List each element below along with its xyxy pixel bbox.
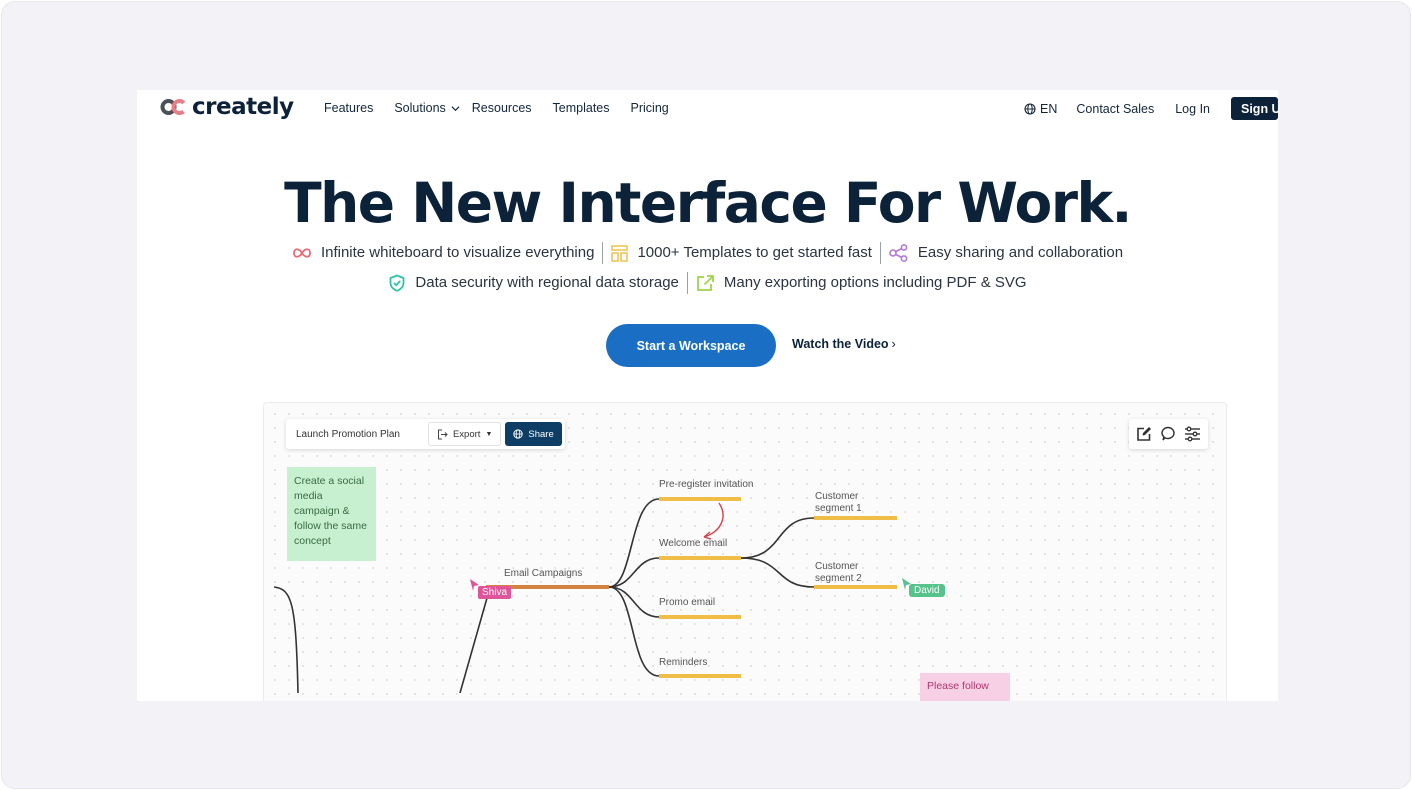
comment-button[interactable] bbox=[1160, 426, 1176, 442]
feature-text: Infinite whiteboard to visualize everyth… bbox=[320, 244, 595, 262]
collaborator-tag-david: David bbox=[909, 584, 945, 597]
sticky-note-green[interactable]: Create a social media campaign & follow … bbox=[287, 467, 376, 561]
nav-solutions[interactable]: Solutions bbox=[394, 101, 460, 115]
export-icon bbox=[697, 275, 714, 291]
sub-branch-label[interactable]: Customer segment 1 bbox=[815, 491, 875, 515]
nav-resources[interactable]: Resources bbox=[472, 101, 532, 115]
watch-video-label: Watch the Video bbox=[792, 337, 889, 351]
feature-text: 1000+ Templates to get started fast bbox=[637, 244, 872, 262]
connector bbox=[740, 517, 815, 559]
nav-solutions-label: Solutions bbox=[394, 101, 446, 115]
connector bbox=[608, 586, 660, 677]
export-label: Export bbox=[452, 428, 481, 440]
language-label: EN bbox=[1040, 101, 1058, 116]
connector bbox=[273, 586, 299, 694]
feature-text: Data security with regional data storage bbox=[415, 274, 679, 292]
creately-logo[interactable]: creately bbox=[160, 94, 294, 120]
features-row-1: Infinite whiteboard to visualize everyth… bbox=[137, 238, 1278, 268]
divider bbox=[686, 272, 688, 295]
connector bbox=[740, 557, 815, 588]
logo-wordmark: creately bbox=[192, 94, 294, 120]
canvas-tools bbox=[1129, 419, 1208, 449]
creately-homepage: creately Features Solutions Resources Te… bbox=[137, 90, 1278, 701]
export-icon bbox=[437, 429, 448, 439]
comment-icon bbox=[1161, 426, 1175, 441]
edit-icon bbox=[1137, 427, 1151, 441]
annotation-arrow bbox=[703, 502, 724, 538]
globe-icon bbox=[1024, 102, 1036, 115]
share-button[interactable]: Share bbox=[505, 422, 562, 446]
nav-links: Features Solutions Resources Templates P… bbox=[324, 101, 690, 115]
chevron-right-icon: › bbox=[891, 337, 896, 351]
feature-text: Easy sharing and collaboration bbox=[917, 244, 1124, 262]
hero-title: The New Interface For Work. bbox=[284, 171, 1132, 235]
nav-actions: EN Contact Sales Log In Sign Up bbox=[1024, 97, 1278, 120]
nav-features-label: Features bbox=[324, 101, 374, 115]
root-node-label[interactable]: Email Campaigns bbox=[504, 568, 582, 580]
edit-button[interactable] bbox=[1136, 426, 1152, 442]
share-icon bbox=[889, 244, 908, 262]
globe-icon bbox=[513, 429, 524, 439]
sliders-icon bbox=[1185, 426, 1200, 442]
nav-pricing-label: Pricing bbox=[630, 101, 669, 115]
template-icon bbox=[611, 244, 629, 262]
features-row-2: Data security with regional data storage… bbox=[137, 268, 1278, 298]
document-title[interactable]: Launch Promotion Plan bbox=[296, 429, 400, 440]
infinity-icon bbox=[293, 248, 311, 258]
share-label: Share bbox=[528, 428, 554, 440]
connector bbox=[459, 597, 488, 694]
branch-label[interactable]: Reminders bbox=[659, 657, 707, 669]
feature-text: Many exporting options including PDF & S… bbox=[723, 274, 1027, 292]
caret-down-icon: ▼ bbox=[485, 430, 493, 438]
logo-mark-icon bbox=[160, 99, 188, 115]
shield-check-icon bbox=[390, 274, 405, 292]
nav-resources-label: Resources bbox=[471, 101, 532, 115]
top-navigation: creately Features Solutions Resources Te… bbox=[137, 90, 1278, 126]
branch-label[interactable]: Welcome email bbox=[659, 538, 727, 550]
branch-label[interactable]: Pre-register invitation bbox=[659, 479, 753, 491]
nav-templates[interactable]: Templates bbox=[553, 101, 610, 115]
login-link[interactable]: Log In bbox=[1175, 102, 1210, 116]
chevron-down-icon bbox=[451, 105, 460, 111]
watch-video-link[interactable]: Watch the Video › bbox=[792, 337, 896, 351]
product-demo-canvas: Launch Promotion Plan Export ▼ Share Cre bbox=[263, 402, 1227, 701]
settings-button[interactable] bbox=[1184, 426, 1201, 442]
feature-export: Many exporting options including PDF & S… bbox=[696, 268, 1027, 298]
connector bbox=[608, 498, 660, 588]
export-button[interactable]: Export ▼ bbox=[427, 422, 502, 446]
feature-templates: 1000+ Templates to get started fast bbox=[611, 238, 872, 268]
collaborator-tag-shiva: Shiva bbox=[478, 586, 512, 599]
nav-templates-label: Templates bbox=[552, 101, 610, 115]
contact-sales-link[interactable]: Contact Sales bbox=[1076, 102, 1154, 116]
canvas-toolbar: Launch Promotion Plan Export ▼ Share bbox=[286, 419, 565, 449]
feature-infinite-whiteboard: Infinite whiteboard to visualize everyth… bbox=[292, 238, 595, 268]
branch-label[interactable]: Promo email bbox=[659, 597, 715, 609]
language-selector[interactable]: EN bbox=[1024, 102, 1057, 116]
signup-button[interactable]: Sign Up bbox=[1231, 97, 1278, 120]
connector bbox=[608, 586, 660, 618]
divider bbox=[602, 242, 604, 265]
sticky-note-pink[interactable]: Please follow bbox=[920, 673, 1010, 701]
feature-sharing: Easy sharing and collaboration bbox=[889, 238, 1123, 268]
nav-features[interactable]: Features bbox=[324, 101, 373, 115]
nav-pricing[interactable]: Pricing bbox=[631, 101, 669, 115]
start-workspace-button[interactable]: Start a Workspace bbox=[606, 324, 776, 367]
divider bbox=[879, 242, 881, 265]
feature-security: Data security with regional data storage bbox=[388, 268, 679, 298]
sub-branch-label[interactable]: Customer segment 2 bbox=[815, 561, 875, 585]
